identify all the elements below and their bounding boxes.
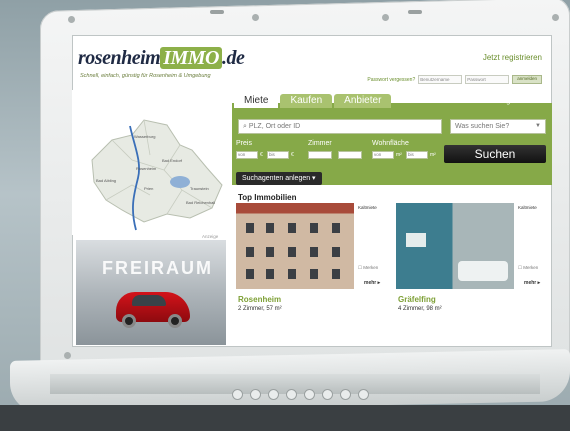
map-label: Bad Aibling bbox=[96, 178, 116, 183]
bezel-screw bbox=[382, 14, 389, 21]
map-label: Bad Reichenhall bbox=[186, 200, 215, 205]
listing-price-type: Kaltmiete bbox=[518, 205, 537, 210]
area-label: Wohnfläche bbox=[372, 140, 409, 147]
more-link[interactable]: mehr ▸ bbox=[364, 280, 380, 286]
search-agent-button[interactable]: Suchagenten anlegen ▾ bbox=[236, 172, 322, 185]
area-max-select[interactable]: bis bbox=[406, 151, 428, 159]
media-button bbox=[304, 389, 315, 400]
bookmark-label: Merken bbox=[523, 265, 539, 270]
background-floor bbox=[0, 405, 570, 431]
ad-label: Anzeige bbox=[202, 234, 219, 239]
map-label: Bad Endorf bbox=[162, 158, 183, 163]
media-button bbox=[268, 389, 279, 400]
listing-price-type: Kaltmiete bbox=[358, 205, 377, 210]
search-tabs: Miete Kaufen Anbieter bbox=[234, 94, 392, 108]
car-wheel bbox=[168, 314, 182, 328]
rooms-max-select[interactable] bbox=[338, 151, 362, 159]
top-listings-title: Top Immobilien bbox=[238, 193, 297, 202]
listing-detail: 2 Zimmer, 57 m² bbox=[238, 306, 282, 312]
listing-card[interactable]: Kaltmiete ☐ Merken mehr ▸ Rosenheim 2 Zi… bbox=[236, 203, 386, 343]
area-unit: m² bbox=[396, 152, 402, 158]
map-label: Prien bbox=[144, 186, 153, 191]
car-ad-banner[interactable]: FREIRAUM bbox=[76, 240, 226, 345]
site-logo[interactable]: rosenheim IMMO .de bbox=[78, 47, 245, 70]
username-input[interactable]: Benutzername bbox=[418, 75, 463, 84]
tab-miete[interactable]: Miete bbox=[234, 94, 279, 108]
location-placeholder: PLZ, Ort oder ID bbox=[248, 123, 301, 130]
price-max-select[interactable]: bis bbox=[267, 151, 289, 159]
listing-city[interactable]: Gräfelfing bbox=[398, 295, 436, 304]
webcam-slot bbox=[408, 10, 422, 14]
more-link[interactable]: mehr ▸ bbox=[524, 280, 540, 286]
price-unit: € bbox=[260, 152, 263, 158]
location-search-input[interactable]: ⌕ PLZ, Ort oder ID bbox=[238, 119, 442, 134]
media-button bbox=[286, 389, 297, 400]
webcam-slot bbox=[210, 10, 224, 14]
price-label: Preis bbox=[236, 140, 252, 147]
listing-city[interactable]: Rosenheim bbox=[238, 295, 281, 304]
bookmark-checkbox[interactable]: ☐ Merken bbox=[518, 265, 538, 271]
media-button bbox=[358, 389, 369, 400]
map-label: Rosenheim bbox=[136, 166, 157, 171]
post-ad-link[interactable]: ▾ Anzeige schalten bbox=[484, 97, 542, 105]
chevron-down-icon: ▼ bbox=[535, 123, 541, 129]
map-label: Traunstein bbox=[190, 186, 209, 191]
tab-kaufen[interactable]: Kaufen bbox=[280, 94, 333, 108]
bezel-screw bbox=[68, 16, 75, 23]
register-link[interactable]: Jetzt registrieren bbox=[483, 53, 542, 62]
property-type-placeholder: Was suchen Sie? bbox=[455, 123, 510, 130]
bookmark-checkbox[interactable]: ☐ Merken bbox=[358, 265, 378, 271]
property-type-select[interactable]: Was suchen Sie? ▼ bbox=[450, 119, 546, 134]
site-tagline: Schnell, einfach, günstig für Rosenheim … bbox=[80, 73, 211, 79]
listing-detail: 4 Zimmer, 98 m² bbox=[398, 306, 442, 312]
login-button[interactable]: anmelden bbox=[512, 75, 542, 84]
car-wheel bbox=[122, 314, 136, 328]
listing-photo[interactable] bbox=[236, 203, 354, 289]
media-button bbox=[340, 389, 351, 400]
listing-card[interactable]: Kaltmiete ☐ Merken mehr ▸ Gräfelfing 4 Z… bbox=[396, 203, 546, 343]
ad-headline: FREIRAUM bbox=[102, 258, 213, 278]
browser-screen: rosenheim IMMO .de Schnell, einfach, günst… bbox=[72, 35, 552, 347]
price-min-select[interactable]: von bbox=[236, 151, 258, 159]
media-button bbox=[232, 389, 243, 400]
region-map[interactable]: Wasserburg Bad Aibling Rosenheim Prien B… bbox=[72, 90, 232, 235]
search-button[interactable]: Suchen bbox=[444, 145, 546, 163]
region-map-graphic: Wasserburg Bad Aibling Rosenheim Prien B… bbox=[91, 119, 223, 231]
area-unit: m² bbox=[430, 152, 436, 158]
forgot-password-link[interactable]: Passwort vergessen? bbox=[367, 77, 415, 83]
bookmark-label: Merken bbox=[363, 265, 379, 270]
bezel-screw bbox=[552, 14, 559, 21]
rooms-label: Zimmer bbox=[308, 140, 332, 147]
car-window bbox=[132, 295, 166, 306]
rooms-min-select[interactable] bbox=[308, 151, 332, 159]
media-button bbox=[322, 389, 333, 400]
listing-photo[interactable] bbox=[396, 203, 514, 289]
price-unit: € bbox=[291, 152, 294, 158]
media-button bbox=[250, 389, 261, 400]
bezel-screw bbox=[252, 14, 259, 21]
bezel-screw bbox=[64, 352, 71, 359]
login-row: Passwort vergessen? Benutzername Passwor… bbox=[367, 75, 542, 84]
password-input[interactable]: Passwort bbox=[465, 75, 510, 84]
map-label: Wasserburg bbox=[134, 134, 155, 139]
area-min-select[interactable]: von bbox=[372, 151, 394, 159]
tab-anbieter[interactable]: Anbieter bbox=[334, 94, 392, 108]
